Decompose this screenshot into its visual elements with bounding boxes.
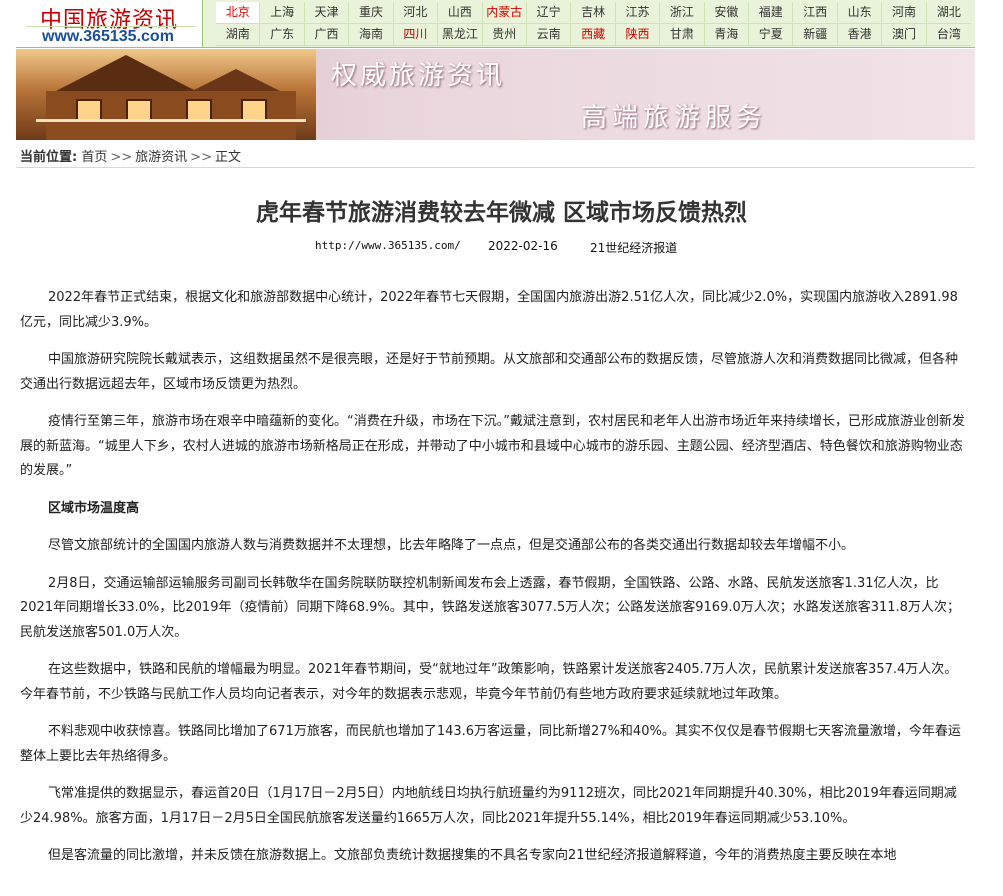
article-paragraph: 疫情行至第三年，旅游市场在艰辛中暗蕴新的变化。“消费在升级，市场在下沉。”戴斌注… xyxy=(20,414,965,478)
breadcrumb-separator: >> xyxy=(110,150,133,165)
breadcrumb-separator: >> xyxy=(190,150,212,165)
region-nav-item[interactable]: 吉林 xyxy=(571,2,616,23)
region-nav-row-1: 北京 上海 天津 重庆 河北 山西 内蒙古 辽宁 吉林 江苏 浙江 安徽 福建 江西 山东 河南 湖北 xyxy=(216,2,971,24)
region-nav-item[interactable]: 江西 xyxy=(793,2,838,23)
breadcrumb-section[interactable]: 旅游资讯 xyxy=(135,150,187,165)
region-nav-item[interactable]: 宁夏 xyxy=(749,24,794,45)
site-header: 中国旅游资讯 www.365135.com 北京 上海 天津 重庆 河北 山西 内蒙古 辽宁吉… xyxy=(16,0,975,48)
breadcrumb-label: 当前位置: xyxy=(20,150,78,165)
region-nav-item[interactable]: 重庆 xyxy=(349,2,394,23)
article-date: 2022-02-16 xyxy=(488,239,558,253)
region-nav-item[interactable]: 黑龙江 xyxy=(438,24,483,45)
region-nav-item[interactable]: 广东 xyxy=(260,24,305,45)
region-nav-item[interactable]: 辽宁 xyxy=(527,2,572,23)
region-nav-item[interactable]: 四川 xyxy=(394,24,439,45)
region-nav-item[interactable]: 广西 xyxy=(305,24,350,45)
region-nav-item[interactable]: 河北 xyxy=(394,2,439,23)
logo-url: www.365135.com xyxy=(42,28,174,45)
region-nav-item[interactable]: 江苏 xyxy=(616,2,661,23)
region-nav-item[interactable]: 新疆 xyxy=(793,24,838,45)
region-nav-item[interactable]: 青海 xyxy=(705,24,750,45)
region-nav-item[interactable]: 云南 xyxy=(527,24,572,45)
region-nav-item[interactable]: 北京 xyxy=(216,2,261,23)
region-nav-item[interactable]: 湖北 xyxy=(927,2,971,23)
article-paragraph: 尽管文旅部统计的全国国内旅游人数与消费数据并不太理想，比去年略降了一点点，但是交… xyxy=(48,538,855,553)
article-source-url[interactable]: http://www.365135.com/ xyxy=(315,239,461,252)
article-paragraph: 但是客流量的同比激增，并未反馈在旅游数据上。文旅部负责统计数据搜集的不具名专家向… xyxy=(48,848,897,863)
article-paragraph: 飞常准提供的数据显示，春运首20日（1月17日－2月5日）内地航线日均执行航班量… xyxy=(20,786,957,826)
article-paragraph: 不料悲观中收获惊喜。铁路同比增加了671万旅客，而民航也增加了143.6万客运量… xyxy=(20,724,961,764)
article-paragraph: 在这些数据中，铁路和民航的增幅最为明显。2021年春节期间，受“就地过年”政策影… xyxy=(20,662,958,702)
region-nav-item[interactable]: 西藏 xyxy=(571,24,616,45)
banner-tagline-2: 高端旅游服务 xyxy=(581,103,768,133)
region-nav-item[interactable]: 天津 xyxy=(305,2,350,23)
region-nav-item[interactable]: 台湾 xyxy=(927,24,971,45)
article-paragraph: 中国旅游研究院院长戴斌表示，这组数据虽然不是很亮眼，还是好于节前预期。从文旅部和… xyxy=(20,352,959,392)
region-nav-item[interactable]: 福建 xyxy=(749,2,794,23)
region-nav-item[interactable]: 甘肃 xyxy=(660,24,705,45)
region-nav-item[interactable]: 贵州 xyxy=(483,24,527,45)
region-nav-item[interactable]: 河南 xyxy=(882,2,927,23)
article-source: 21世纪经济报道 xyxy=(590,241,678,255)
region-nav-item[interactable]: 山东 xyxy=(838,2,883,23)
region-nav-item[interactable]: 湖南 xyxy=(216,24,261,45)
region-nav-item[interactable]: 内蒙古 xyxy=(483,2,527,23)
breadcrumb-divider xyxy=(16,167,975,168)
article-paragraph: 2022年春节正式结束，根据文化和旅游部数据中心统计，2022年春节七天假期，全… xyxy=(20,290,958,330)
article-subheading: 区域市场温度高 xyxy=(48,500,140,516)
region-nav-item[interactable]: 山西 xyxy=(438,2,483,23)
breadcrumb-home[interactable]: 首页 xyxy=(81,150,107,165)
region-nav: 北京 上海 天津 重庆 河北 山西 内蒙古 辽宁 吉林 江苏 浙江 安徽 福建 江西 山东 河南 湖北 湖南 广东… xyxy=(216,2,971,46)
region-nav-item[interactable]: 上海 xyxy=(260,2,305,23)
banner-tagline-1: 权威旅游资讯 xyxy=(331,61,506,91)
article-paragraph: 2月8日，交通运输部运输服务司副司长韩敬华在国务院联防联控机制新闻发布会上透露，… xyxy=(20,575,960,640)
region-nav-item[interactable]: 陕西 xyxy=(616,24,661,45)
breadcrumb: 当前位置: 首页 >> 旅游资讯 >> 正文 xyxy=(20,146,241,165)
logo-divider xyxy=(26,26,196,27)
banner: 权威旅游资讯 高端旅游服务 xyxy=(16,49,975,140)
article-title: 虎年春节旅游消费较去年微减 区域市场反馈热烈 xyxy=(255,199,747,226)
site-logo[interactable]: 中国旅游资讯 www.365135.com xyxy=(16,0,203,47)
region-nav-row-2: 湖南 广东 广西 海南 四川 黑龙江 贵州 云南 西藏 陕西 甘肃 青海 宁夏 新疆 香港 澳门 台湾 xyxy=(216,24,971,46)
region-nav-item[interactable]: 海南 xyxy=(349,24,394,45)
banner-cabin-image xyxy=(16,49,316,140)
region-nav-item[interactable]: 浙江 xyxy=(660,2,705,23)
region-nav-item[interactable]: 澳门 xyxy=(882,24,927,45)
region-nav-item[interactable]: 安徽 xyxy=(705,2,750,23)
breadcrumb-current: 正文 xyxy=(214,150,241,165)
article-body: 2022年春节正式结束，根据文化和旅游部数据中心统计，2022年春节七天假期，全… xyxy=(20,286,968,882)
region-nav-item[interactable]: 香港 xyxy=(838,24,883,45)
